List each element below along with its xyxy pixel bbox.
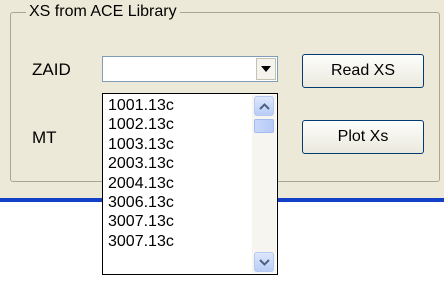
- chevron-down-icon: [258, 258, 270, 266]
- list-item[interactable]: 3007.13c: [108, 232, 174, 251]
- list-item[interactable]: 1001.13c: [108, 96, 174, 115]
- mt-label: MT: [32, 128, 57, 147]
- list-item[interactable]: 2004.13c: [108, 174, 174, 193]
- scroll-up-button[interactable]: [254, 96, 274, 116]
- list-item[interactable]: 2003.13c: [108, 154, 174, 173]
- dropdown-scrollbar[interactable]: [252, 95, 276, 273]
- combo-dropdown-button[interactable]: [256, 58, 276, 80]
- zaid-dropdown-list[interactable]: 1001.13c 1002.13c 1003.13c 2003.13c 2004…: [102, 93, 278, 275]
- zaid-label: ZAID: [32, 60, 71, 79]
- list-item[interactable]: 1002.13c: [108, 115, 174, 134]
- groupbox-title: XS from ACE Library: [26, 3, 180, 21]
- chevron-up-icon: [258, 102, 270, 110]
- plot-xs-button[interactable]: Plot Xs: [302, 120, 424, 154]
- list-item[interactable]: 1003.13c: [108, 135, 174, 154]
- dropdown-items: 1001.13c 1002.13c 1003.13c 2003.13c 2004…: [108, 96, 174, 251]
- chevron-down-icon: [261, 66, 271, 72]
- list-item[interactable]: 3007.13c: [108, 212, 174, 231]
- list-item[interactable]: 3006.13c: [108, 193, 174, 212]
- scroll-thumb[interactable]: [254, 119, 274, 133]
- scroll-down-button[interactable]: [254, 252, 274, 272]
- zaid-combobox[interactable]: [102, 56, 278, 82]
- read-xs-button[interactable]: Read XS: [302, 54, 424, 88]
